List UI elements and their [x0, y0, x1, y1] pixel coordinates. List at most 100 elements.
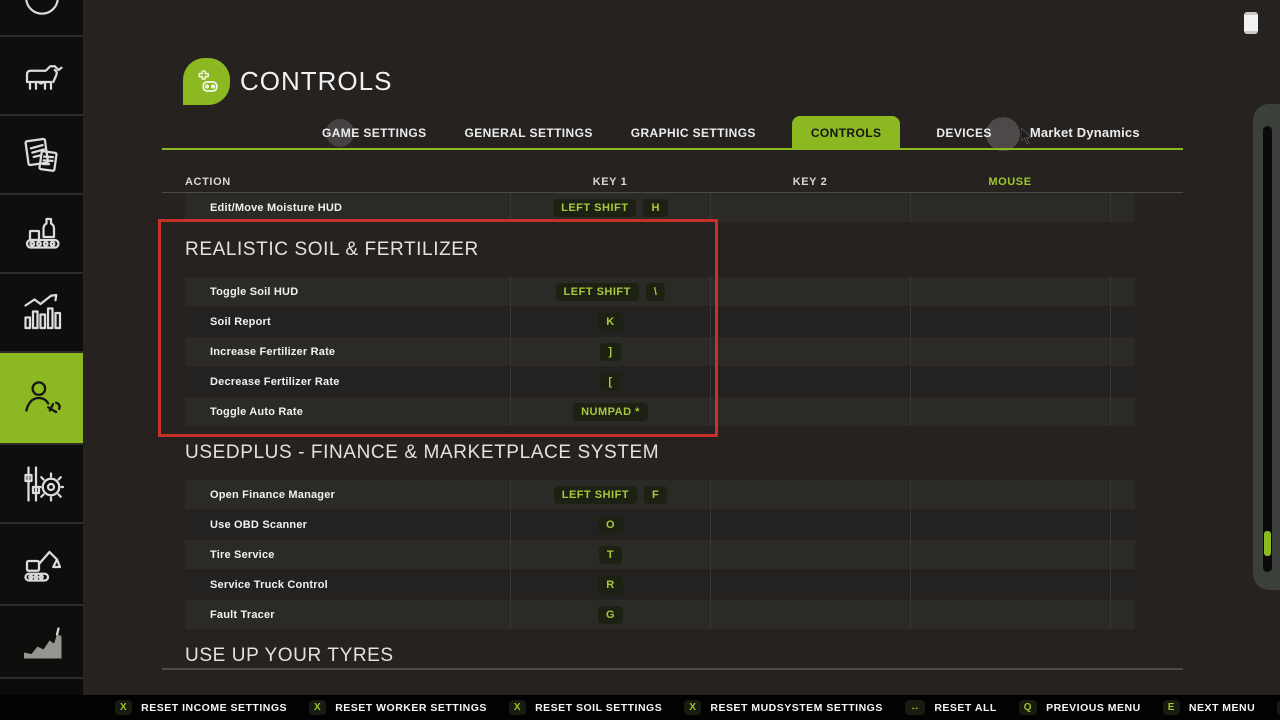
- table-row[interactable]: Tire Service T: [185, 540, 1135, 569]
- sidebar: [0, 0, 83, 695]
- binding-rows: Edit/Move Moisture HUD LEFT SHIFTH: [185, 193, 1135, 222]
- action-label: Edit/Move Moisture HUD: [185, 193, 510, 222]
- table-row[interactable]: Fault Tracer G: [185, 600, 1135, 629]
- tab-general-settings[interactable]: GENERAL SETTINGS: [463, 116, 595, 150]
- table-row[interactable]: Increase Fertilizer Rate ]: [185, 337, 1135, 366]
- tab-devices[interactable]: DEVICES: [934, 116, 993, 150]
- table-row[interactable]: Use OBD Scanner O: [185, 510, 1135, 539]
- scrollbar-thumb[interactable]: [1264, 531, 1271, 556]
- table-header: ACTION KEY 1 KEY 2 MOUSE: [185, 171, 1135, 192]
- hint-reset-worker[interactable]: X RESET WORKER SETTINGS: [309, 700, 487, 715]
- key-badge: E: [1163, 700, 1180, 715]
- stub-cell: [1110, 397, 1135, 426]
- mouse-cell[interactable]: [910, 510, 1110, 539]
- hint-label: RESET ALL: [934, 702, 996, 714]
- stub-cell: [1110, 193, 1135, 222]
- key-badge: X: [509, 700, 526, 715]
- key-badge: G: [598, 606, 623, 624]
- hint-reset-soil[interactable]: X RESET SOIL SETTINGS: [509, 700, 662, 715]
- sidebar-item-contracts[interactable]: [0, 116, 83, 195]
- table-row[interactable]: Edit/Move Moisture HUD LEFT SHIFTH: [185, 193, 1135, 222]
- mouse-cell[interactable]: [910, 600, 1110, 629]
- key-badge: F: [644, 486, 667, 504]
- hint-reset-income[interactable]: X RESET INCOME SETTINGS: [115, 700, 287, 715]
- tab-graphic-settings[interactable]: GRAPHIC SETTINGS: [629, 116, 758, 150]
- action-label: Use OBD Scanner: [185, 510, 510, 539]
- mouse-cell[interactable]: [910, 367, 1110, 396]
- key-badge: O: [598, 516, 623, 534]
- tab-controls[interactable]: CONTROLS: [792, 116, 901, 150]
- table-row[interactable]: Soil Report K: [185, 307, 1135, 336]
- sidebar-item-player-controls[interactable]: [0, 353, 83, 445]
- hint-label: RESET INCOME SETTINGS: [141, 702, 287, 714]
- mouse-cell[interactable]: [910, 307, 1110, 336]
- hint-previous-menu[interactable]: Q PREVIOUS MENU: [1019, 700, 1141, 715]
- key-badge: [: [600, 373, 620, 391]
- key2-cell[interactable]: [710, 277, 910, 306]
- key-badge: ]: [600, 343, 620, 361]
- player-controls-icon: [17, 373, 67, 423]
- key2-cell[interactable]: [710, 600, 910, 629]
- key2-cell[interactable]: [710, 480, 910, 509]
- tab-bar: GAME SETTINGS GENERAL SETTINGS GRAPHIC S…: [320, 117, 1142, 150]
- hint-next-menu[interactable]: E NEXT MENU: [1163, 700, 1256, 715]
- key2-cell[interactable]: [710, 397, 910, 426]
- contracts-documents-icon: [18, 131, 66, 179]
- action-label: Fault Tracer: [185, 600, 510, 629]
- economy-chart-icon: [18, 618, 66, 666]
- mouse-pointer-icon: [1021, 128, 1034, 145]
- mouse-cell[interactable]: [910, 540, 1110, 569]
- tab-market-dynamics[interactable]: Market Dynamics: [1028, 115, 1142, 150]
- table-row[interactable]: Service Truck Control R: [185, 570, 1135, 599]
- sidebar-item-construction[interactable]: [0, 524, 83, 606]
- clock-partial-icon: [19, 0, 65, 18]
- sidebar-item-economy[interactable]: [0, 606, 83, 679]
- table-row[interactable]: Open Finance Manager LEFT SHIFTF: [185, 480, 1135, 509]
- double-arrow-key-icon: ↔: [905, 700, 926, 715]
- table-row[interactable]: Toggle Auto Rate NUMPAD *: [185, 397, 1135, 426]
- tab-underline: [162, 148, 1183, 150]
- mouse-cell[interactable]: [910, 337, 1110, 366]
- hint-reset-mudsystem[interactable]: X RESET MUDSYSTEM SETTINGS: [684, 700, 883, 715]
- key2-cell[interactable]: [710, 367, 910, 396]
- section-title-realistic-soil: REALISTIC SOIL & FERTILIZER: [185, 239, 479, 261]
- binding-rows: Open Finance Manager LEFT SHIFTF Use OBD…: [185, 480, 1135, 629]
- key-badge: T: [599, 546, 622, 564]
- key-badge: R: [598, 576, 622, 594]
- key2-cell[interactable]: [710, 307, 910, 336]
- sidebar-item-statistics[interactable]: [0, 274, 83, 353]
- mouse-cell[interactable]: [910, 397, 1110, 426]
- action-label: Toggle Soil HUD: [185, 277, 510, 306]
- section-title-usedplus: USEDPLUS - FINANCE & MARKETPLACE SYSTEM: [185, 442, 659, 464]
- key2-cell[interactable]: [710, 510, 910, 539]
- key-badge: NUMPAD *: [573, 403, 648, 421]
- construction-excavator-icon: [18, 540, 66, 588]
- binding-rows: Toggle Soil HUD LEFT SHIFT\ Soil Report …: [185, 277, 1135, 426]
- action-label: Soil Report: [185, 307, 510, 336]
- stub-cell: [1110, 367, 1135, 396]
- game-settings-sliders-icon: [18, 460, 66, 508]
- hint-label: RESET WORKER SETTINGS: [335, 702, 487, 714]
- stub-cell: [1110, 600, 1135, 629]
- sidebar-item-animals[interactable]: [0, 37, 83, 116]
- action-label: Service Truck Control: [185, 570, 510, 599]
- key2-cell[interactable]: [710, 570, 910, 599]
- key2-cell[interactable]: [710, 540, 910, 569]
- sidebar-item-game-settings[interactable]: [0, 445, 83, 524]
- mouse-cell[interactable]: [910, 570, 1110, 599]
- scrollbar-track[interactable]: [1263, 126, 1272, 572]
- table-row[interactable]: Decrease Fertilizer Rate [: [185, 367, 1135, 396]
- key2-cell[interactable]: [710, 193, 910, 222]
- mouse-cell[interactable]: [910, 480, 1110, 509]
- production-icon: [18, 210, 66, 258]
- mouse-cell[interactable]: [910, 193, 1110, 222]
- hint-reset-all[interactable]: ↔ RESET ALL: [905, 700, 997, 715]
- key-badge: Q: [1019, 700, 1037, 715]
- key2-cell[interactable]: [710, 337, 910, 366]
- sidebar-item-clock[interactable]: [0, 0, 83, 37]
- table-row[interactable]: Toggle Soil HUD LEFT SHIFT\: [185, 277, 1135, 306]
- tab-game-settings[interactable]: GAME SETTINGS: [320, 116, 429, 150]
- column-header-action: ACTION: [185, 176, 510, 188]
- sidebar-item-production[interactable]: [0, 195, 83, 274]
- mouse-cell[interactable]: [910, 277, 1110, 306]
